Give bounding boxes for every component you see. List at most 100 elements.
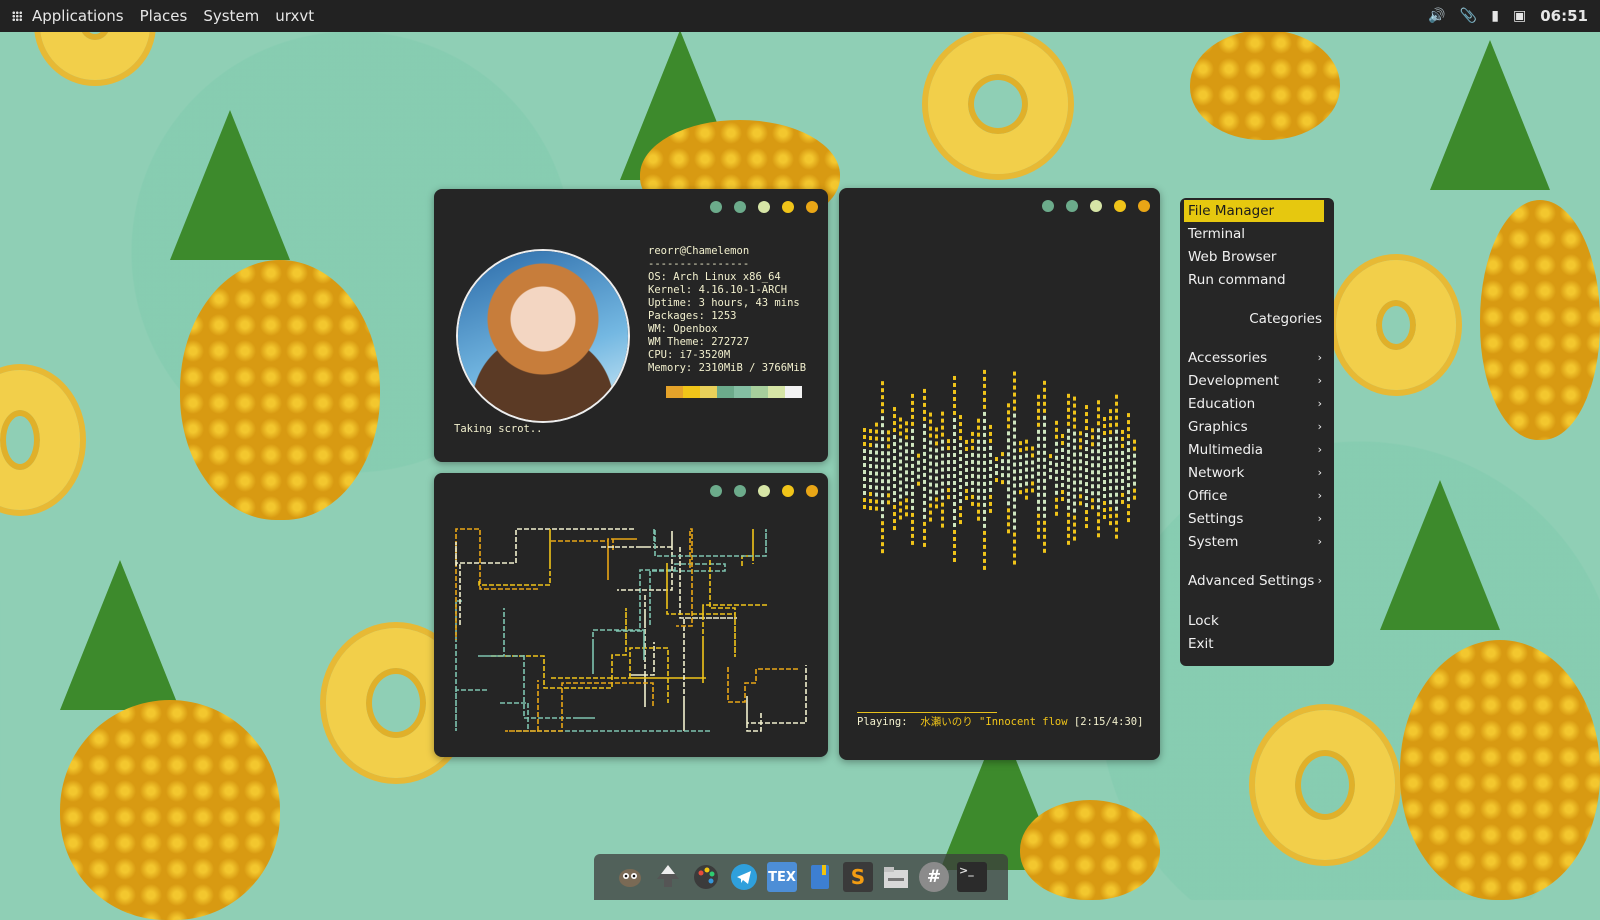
sublime-text-icon[interactable]: S — [843, 862, 873, 892]
window-dot-button[interactable] — [734, 201, 746, 213]
menu-item-file-manager[interactable]: File Manager — [1184, 200, 1324, 222]
visualizer-bar-segment — [1109, 409, 1112, 414]
visualizer-bar-segment — [1109, 458, 1112, 463]
visualizer-bar-segment — [935, 483, 938, 488]
tex-icon[interactable]: TEX — [767, 862, 797, 892]
menu-item-multimedia[interactable]: Multimedia › — [1184, 439, 1324, 461]
visualizer-bar-segment — [863, 428, 866, 432]
info-icon[interactable]: ▣ — [1513, 8, 1526, 24]
menu-item-label: Education — [1188, 396, 1256, 412]
window-dot-button[interactable] — [782, 485, 794, 497]
visualizer-bar-segment — [1025, 488, 1028, 493]
battery-icon[interactable]: ▮ — [1491, 8, 1499, 24]
visualizer-bar-segment — [929, 440, 932, 445]
applications-menu[interactable]: Applications — [32, 7, 124, 25]
visualizer-bar-segment — [983, 516, 986, 521]
menu-item-web-browser[interactable]: Web Browser — [1184, 246, 1324, 268]
volume-icon[interactable]: 🔊 — [1428, 8, 1445, 24]
window-dot-button[interactable] — [782, 201, 794, 213]
gimp-icon[interactable] — [615, 862, 645, 892]
window-dot-button[interactable] — [1042, 200, 1054, 212]
music-visualizer-window[interactable]: Playing: 水瀬いのり "Innocent flow [2:15/4:30… — [839, 188, 1160, 760]
visualizer-bar-segment — [1067, 400, 1070, 405]
visualizer-bar-segment — [1133, 460, 1136, 465]
visualizer-bar-segment — [917, 474, 920, 479]
window-dot-button[interactable] — [710, 201, 722, 213]
window-dot-button[interactable] — [758, 201, 770, 213]
visualizer-bar-segment — [1097, 484, 1100, 489]
system-menu[interactable]: System — [203, 7, 259, 25]
pineapple-decoration — [60, 700, 280, 920]
visualizer-bar-segment — [863, 435, 866, 439]
active-window-title[interactable]: urxvt — [275, 7, 314, 25]
visualizer-bar-segment — [1073, 445, 1076, 450]
menu-item-system[interactable]: System › — [1184, 531, 1324, 553]
window-dot-button[interactable] — [710, 485, 722, 497]
visualizer-bar-segment — [1097, 491, 1100, 496]
visualizer-bar-segment — [893, 519, 896, 524]
menu-item-run-command[interactable]: Run command — [1184, 269, 1324, 291]
visualizer-bar-segment — [1001, 459, 1004, 464]
palette-icon[interactable] — [691, 862, 721, 892]
visualizer-bar-segment — [1121, 450, 1124, 455]
window-dot-button[interactable] — [806, 485, 818, 497]
menu-item-office[interactable]: Office › — [1184, 485, 1324, 507]
visualizer-bar-segment — [1085, 482, 1088, 487]
visualizer-bar-segment — [923, 451, 926, 456]
window-dot-button[interactable] — [1138, 200, 1150, 212]
visualizer-bar-segment — [1001, 480, 1004, 485]
pipes-window[interactable] — [434, 473, 828, 757]
visualizer-bar-segment — [875, 499, 878, 504]
visualizer-bar-segment — [1055, 490, 1058, 495]
window-dot-button[interactable] — [806, 201, 818, 213]
menu-item-development[interactable]: Development › — [1184, 370, 1324, 392]
visualizer-bar-segment — [1055, 420, 1058, 425]
menu-item-accessories[interactable]: Accessories › — [1184, 347, 1324, 369]
pipe-line — [727, 667, 799, 703]
files-icon[interactable] — [881, 862, 911, 892]
visualizer-bar-segment — [1121, 457, 1124, 462]
visualizer-bar-segment — [905, 491, 908, 496]
menu-item-exit[interactable]: Exit — [1184, 633, 1324, 655]
visualizer-bar-segment — [911, 477, 914, 482]
hash-icon[interactable]: # — [919, 862, 949, 892]
menu-item-advanced-settings[interactable]: Advanced Settings › — [1184, 570, 1324, 592]
visualizer-bar-segment — [1097, 498, 1100, 503]
menu-item-education[interactable]: Education › — [1184, 393, 1324, 415]
pipe-line — [500, 702, 712, 732]
visualizer-bar-segment — [965, 488, 968, 493]
visualizer-bar-segment — [1067, 540, 1070, 545]
menu-item-terminal[interactable]: Terminal — [1184, 223, 1324, 245]
menu-item-lock[interactable]: Lock — [1184, 610, 1324, 632]
visualizer-bar-segment — [953, 410, 956, 415]
visualizer-bar-segment — [947, 474, 950, 479]
visualizer-bar-segment — [983, 418, 986, 423]
window-dot-button[interactable] — [1090, 200, 1102, 212]
window-dot-button[interactable] — [734, 485, 746, 497]
clock[interactable]: 06:51 — [1540, 7, 1588, 25]
telegram-icon[interactable] — [729, 862, 759, 892]
window-dot-button[interactable] — [1114, 200, 1126, 212]
terminal-icon[interactable]: >_ — [957, 862, 987, 892]
menu-item-graphics[interactable]: Graphics › — [1184, 416, 1324, 438]
places-menu[interactable]: Places — [140, 7, 188, 25]
apps-grid-icon[interactable] — [12, 11, 22, 21]
menu-item-network[interactable]: Network › — [1184, 462, 1324, 484]
pineapple-leaves-decoration — [170, 110, 290, 260]
paperclip-icon[interactable]: 📎 — [1460, 8, 1477, 24]
visualizer-bar-segment — [881, 479, 884, 484]
window-dot-button[interactable] — [1066, 200, 1078, 212]
book-icon[interactable] — [805, 862, 835, 892]
visualizer-bar-segment — [983, 460, 986, 465]
neofetch-window[interactable]: reorr@Chamelemon ---------------- OS: Arch… — [434, 189, 828, 462]
pipe-line — [478, 529, 551, 586]
visualizer-bar-segment — [923, 472, 926, 477]
visualizer-bar-segment — [923, 388, 926, 393]
menu-item-settings[interactable]: Settings › — [1184, 508, 1324, 530]
inkscape-icon[interactable] — [653, 862, 683, 892]
visualizer-bar-segment — [869, 450, 872, 455]
visualizer-bar-segment — [1115, 408, 1118, 413]
window-dot-button[interactable] — [758, 485, 770, 497]
wm-line: WM: Openbox — [648, 323, 718, 335]
visualizer-bar-segment — [899, 508, 902, 513]
